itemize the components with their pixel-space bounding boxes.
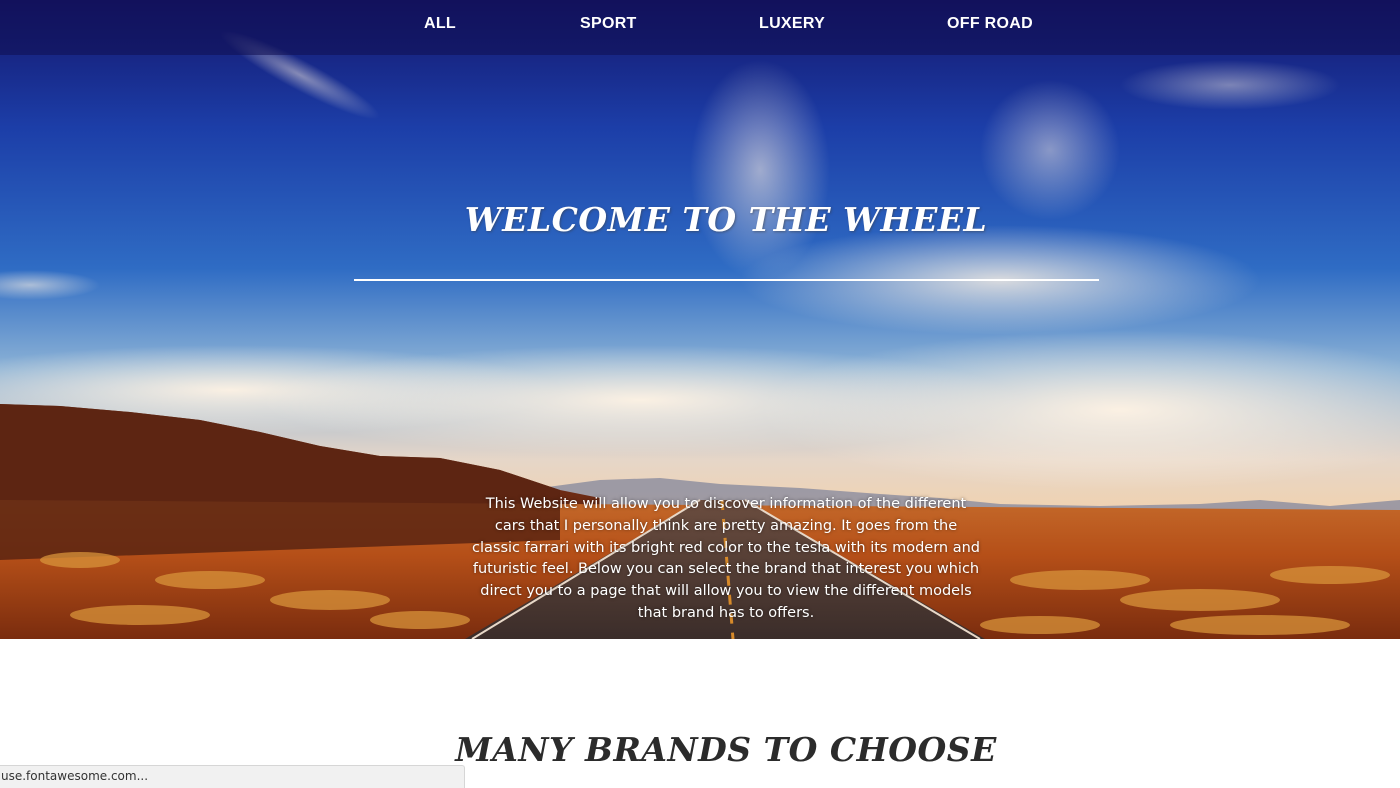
hero-title: WELCOME TO THE WHEEL <box>464 200 988 239</box>
browser-status-bar: use.fontawesome.com... <box>0 765 465 788</box>
top-navbar: ALL SPORT LUXERY OFF ROAD <box>0 0 1400 55</box>
nav-link-sport[interactable]: SPORT <box>580 15 637 33</box>
brands-section-title: MANY BRANDS TO CHOOSE <box>455 730 997 769</box>
nav-link-luxery[interactable]: LUXERY <box>759 15 825 33</box>
hero-divider <box>354 279 1099 281</box>
hero-description: This Website will allow you to discover … <box>472 496 980 621</box>
nav-link-off-road[interactable]: OFF ROAD <box>947 15 1033 33</box>
hero-banner: ALL SPORT LUXERY OFF ROAD WELCOME TO THE… <box>0 0 1400 639</box>
nav-link-all[interactable]: ALL <box>424 15 456 33</box>
